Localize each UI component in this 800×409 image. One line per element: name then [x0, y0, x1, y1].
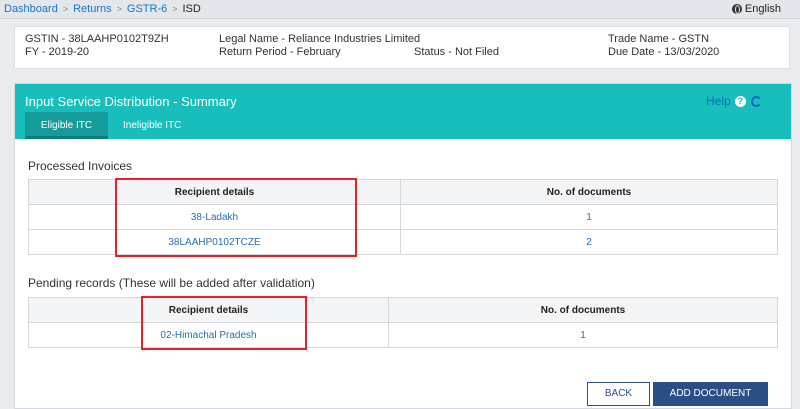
- legal-name-text: Legal Name - Reliance Industries Limited: [219, 33, 421, 45]
- trade-name-text: Trade Name - GSTN: [608, 33, 710, 45]
- breadcrumb-returns[interactable]: Returns: [73, 3, 112, 15]
- help-question-icon[interactable]: ?: [734, 95, 746, 107]
- breadcrumb-dashboard[interactable]: Dashboard: [4, 3, 58, 15]
- help-link[interactable]: Help ?: [706, 94, 762, 108]
- recipient-link[interactable]: 02-Himachal Pradesh: [28, 322, 389, 348]
- gstin-text: GSTIN - 38LAAHP0102T9ZH: [25, 33, 169, 45]
- return-period-text: Return Period - February: [219, 46, 341, 58]
- table-row: 38-Ladakh 1: [28, 204, 778, 230]
- refresh-icon[interactable]: [750, 95, 762, 107]
- breadcrumb-current: ISD: [182, 3, 201, 15]
- help-label: Help: [706, 94, 731, 108]
- breadcrumb: Dashboard > Returns > GSTR-6 > ISD: [4, 3, 201, 15]
- table-row: 38LAAHP0102TCZE 2: [28, 229, 778, 255]
- status-text: Status - Not Filed: [414, 46, 499, 58]
- language-label: English: [744, 3, 781, 15]
- taxpayer-info-card: GSTIN - 38LAAHP0102T9ZH FY - 2019-20 Leg…: [14, 26, 790, 69]
- breadcrumb-separator-icon: >: [116, 4, 122, 14]
- pending-records-title: Pending records (These will be added aft…: [28, 276, 315, 290]
- fy-text: FY - 2019-20: [25, 46, 90, 58]
- column-header-documents: No. of documents: [400, 179, 778, 205]
- summary-panel: Input Service Distribution - Summary Hel…: [14, 83, 792, 409]
- document-count-link[interactable]: 1: [388, 322, 778, 348]
- breadcrumb-separator-icon: >: [172, 4, 178, 14]
- panel-header: Input Service Distribution - Summary Hel…: [15, 84, 791, 139]
- processed-invoices-table: Recipient details No. of documents 38-La…: [28, 179, 778, 255]
- breadcrumb-bar: Dashboard > Returns > GSTR-6 > ISD Engli…: [0, 0, 800, 19]
- column-header-documents: No. of documents: [388, 297, 778, 323]
- tab-eligible-itc[interactable]: Eligible ITC: [25, 112, 108, 139]
- column-header-recipient: Recipient details: [28, 297, 389, 323]
- page-title: Input Service Distribution - Summary: [25, 94, 237, 109]
- recipient-link[interactable]: 38LAAHP0102TCZE: [28, 229, 401, 255]
- add-document-button[interactable]: ADD DOCUMENT: [653, 382, 768, 406]
- recipient-link[interactable]: 38-Ladakh: [28, 204, 401, 230]
- globe-icon: [731, 4, 742, 14]
- column-header-recipient: Recipient details: [28, 179, 401, 205]
- tab-ineligible-itc[interactable]: Ineligible ITC: [113, 112, 191, 139]
- due-date-text: Due Date - 13/03/2020: [608, 46, 720, 58]
- document-count-link[interactable]: 2: [400, 229, 778, 255]
- breadcrumb-separator-icon: >: [62, 4, 69, 14]
- back-button[interactable]: BACK: [587, 382, 650, 406]
- table-row: 02-Himachal Pradesh 1: [28, 322, 778, 348]
- pending-records-table: Recipient details No. of documents 02-Hi…: [28, 297, 778, 348]
- language-selector[interactable]: English: [731, 3, 781, 15]
- breadcrumb-gstr6[interactable]: GSTR-6: [127, 3, 167, 15]
- document-count-link[interactable]: 1: [400, 204, 778, 230]
- processed-invoices-title: Processed Invoices: [28, 159, 133, 173]
